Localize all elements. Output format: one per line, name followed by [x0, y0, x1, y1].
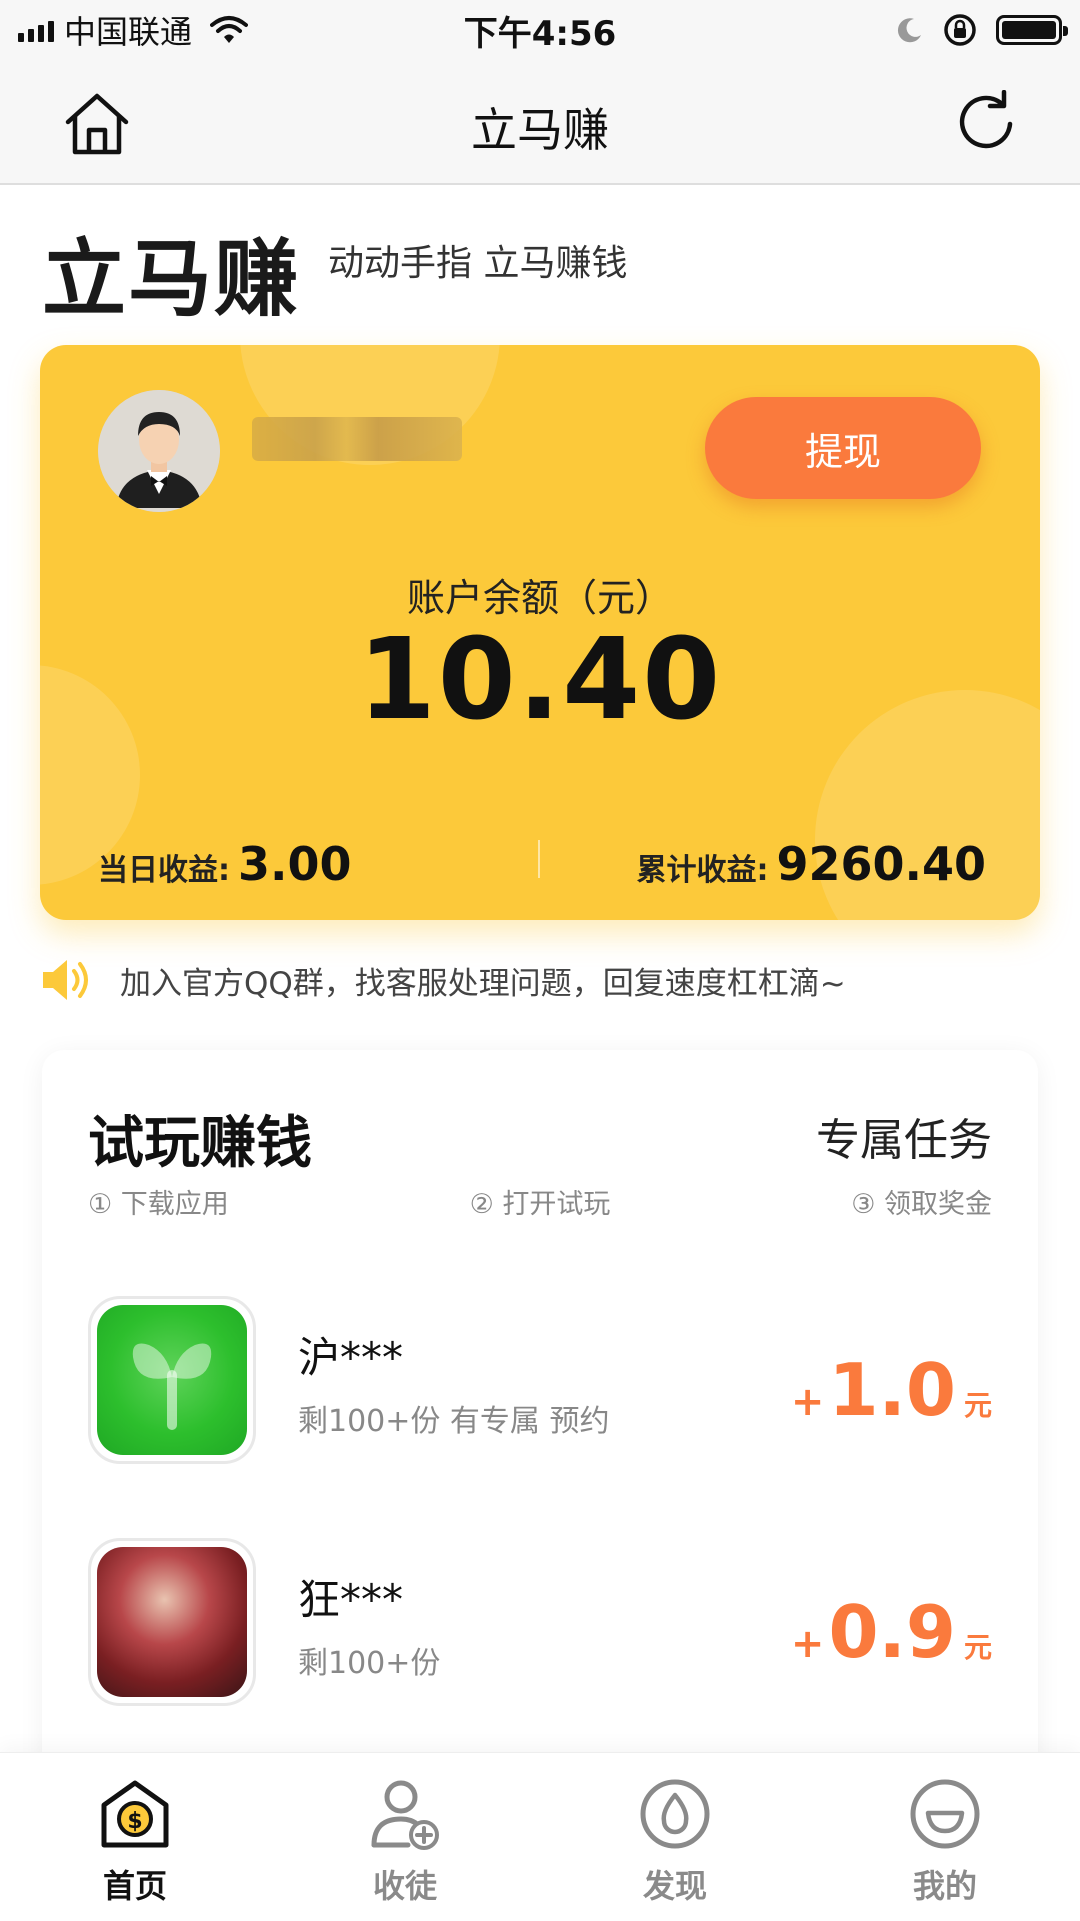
today-earnings: 当日收益: 3.00 — [98, 837, 352, 891]
bottom-tab-bar: $ 首页 收徒 发现 我的 — [0, 1752, 1080, 1921]
status-bar: 中国联通 下午4:56 — [0, 0, 1080, 60]
task-section-title: 试玩赚钱 — [88, 1111, 312, 1176]
balance-label: 账户余额（元） — [406, 576, 673, 620]
reward-plus: + — [790, 1621, 825, 1667]
avatar[interactable] — [98, 390, 220, 512]
username-masked — [252, 417, 462, 461]
app-description: 剩100+份 有专属 预约 — [298, 1404, 610, 1439]
reward-value: 0.9 — [828, 1590, 956, 1674]
nav-bar: 立马赚 — [0, 60, 1080, 185]
moon-icon — [897, 18, 921, 43]
total-earnings: 累计收益: 9260.40 — [636, 837, 986, 891]
user-avatar-icon — [98, 390, 220, 512]
app-icon — [88, 1538, 256, 1706]
task-panel: 试玩赚钱 专属任务 ① 下载应用 ② 打开试玩 ③ 领取奖金 沪*** 剩100… — [42, 1050, 1038, 1810]
app-name: 狂*** — [298, 1575, 404, 1624]
app-name: 沪*** — [298, 1333, 404, 1382]
app-description: 剩100+份 — [298, 1646, 441, 1681]
total-earnings-value: 9260.40 — [776, 837, 986, 891]
app-icon — [88, 1296, 256, 1464]
tab-discover-label: 发现 — [642, 1867, 707, 1905]
app-screen: 中国联通 下午4:56 立马赚 立马赚 动动手指 立马赚钱 提现 账户余额（元）… — [0, 0, 1080, 1921]
stats-divider — [538, 840, 540, 878]
task-steps: ① 下载应用 ② 打开试玩 ③ 领取奖金 — [88, 1182, 992, 1221]
svg-text:$: $ — [127, 1809, 142, 1834]
step-claim-reward: ③ 领取奖金 — [851, 1189, 992, 1220]
today-earnings-value: 3.00 — [238, 837, 352, 891]
notice-text: 加入官方QQ群，找客服处理问题，回复速度杠杠滴~ — [120, 965, 846, 1002]
notice-bar[interactable]: 加入官方QQ群，找客服处理问题，回复速度杠杠滴~ — [40, 955, 846, 1005]
withdraw-button[interactable]: 提现 — [705, 397, 981, 499]
total-earnings-label: 累计收益: — [636, 853, 769, 888]
brand-slogan: 动动手指 立马赚钱 — [328, 243, 628, 284]
reward-value: 1.0 — [828, 1348, 956, 1432]
nav-title: 立马赚 — [471, 103, 609, 157]
reward-unit: 元 — [963, 1389, 992, 1422]
balance-card: 提现 账户余额（元） 10.40 当日收益: 3.00 累计收益: 9260.4… — [40, 345, 1040, 920]
tab-mine-label: 我的 — [912, 1867, 977, 1905]
speaker-icon — [43, 960, 88, 1000]
tab-discover[interactable]: 发现 — [540, 1753, 810, 1921]
profile-smile-icon — [910, 1779, 980, 1849]
tab-mine[interactable]: 我的 — [810, 1753, 1080, 1921]
today-earnings-label: 当日收益: — [98, 853, 230, 888]
step-open-trial: ② 打开试玩 — [469, 1189, 611, 1220]
reward-unit: 元 — [963, 1631, 992, 1664]
step-download: ① 下载应用 — [88, 1189, 229, 1220]
home-coin-icon: $ — [101, 1780, 169, 1848]
sprout-icon — [132, 1343, 212, 1430]
task-list-item[interactable]: 沪*** 剩100+份 有专属 预约 + 1.0 元 — [88, 1296, 992, 1466]
reward-amount: + 0.9 元 — [791, 1590, 992, 1674]
rotation-lock-icon — [944, 14, 976, 46]
refresh-icon[interactable] — [954, 90, 1018, 154]
exclusive-tasks-link[interactable]: 专属任务 — [816, 1104, 992, 1168]
balance-amount: 10.40 — [357, 615, 723, 745]
tab-home-label: 首页 — [102, 1867, 167, 1905]
discover-icon — [640, 1779, 710, 1849]
reward-amount: + 1.0 元 — [791, 1348, 992, 1432]
tab-apprentice[interactable]: 收徒 — [270, 1753, 540, 1921]
add-user-icon — [371, 1780, 439, 1850]
reward-plus: + — [790, 1379, 825, 1425]
brand-title: 立马赚 — [42, 230, 301, 328]
tab-home[interactable]: $ 首页 — [0, 1753, 270, 1921]
task-list-item[interactable]: 狂*** 剩100+份 + 0.9 元 — [88, 1538, 992, 1708]
battery-icon — [996, 15, 1068, 45]
tab-apprentice-label: 收徒 — [372, 1867, 437, 1905]
